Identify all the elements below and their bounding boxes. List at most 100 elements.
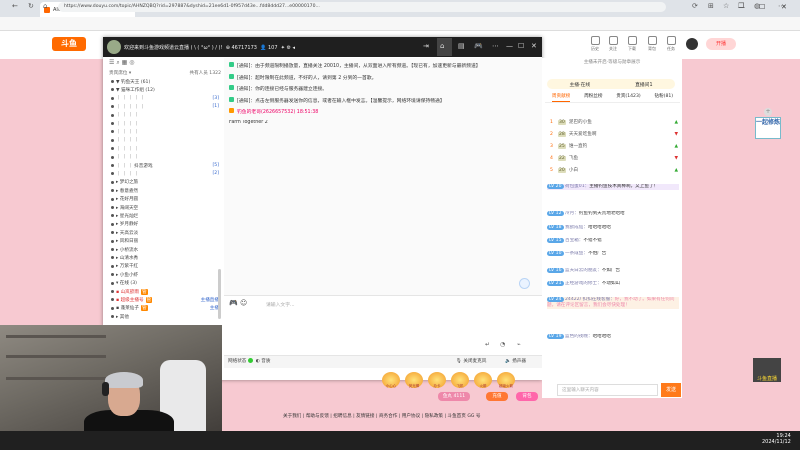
gift-item[interactable]: 超级火箭	[497, 372, 515, 388]
member-row[interactable]: ▸ 万紫千红	[111, 263, 219, 270]
danmaku-username[interactable]: 我欲成仙：	[565, 225, 588, 230]
popup-maximize-icon[interactable]: ☐	[518, 42, 524, 50]
member-filter-dropdown[interactable]: 贵宾席位 ▾	[109, 70, 131, 76]
member-grid-icon[interactable]: ▦	[122, 59, 128, 66]
member-row[interactable]: ▸ 春意盎然	[111, 187, 219, 194]
attachment-icon[interactable]: ⌁	[517, 341, 521, 348]
favorites-icon[interactable]: ☆	[723, 2, 729, 10]
member-row[interactable]: ｜ ｜ ｜ ｜	[111, 154, 219, 161]
url-field[interactable]: https://www.douyu.com/topic/AHNZQBQ?rid=…	[58, 2, 666, 12]
member-row[interactable]: ▪ 蓬莱仙子管主播	[111, 305, 219, 312]
rank-row[interactable]: 2 28 天天爱吃鱼啊 ▼	[550, 130, 678, 138]
room-pill[interactable]: 直播间1	[635, 81, 652, 88]
rank-row[interactable]: 1 30 泥巴的小鱼 ▲	[550, 118, 678, 126]
header-backpack-icon[interactable]: 背包	[646, 36, 658, 52]
side-promo-banner[interactable]: 一起修炼	[755, 117, 781, 139]
gift-item[interactable]: 飞机	[451, 372, 469, 388]
rank-row[interactable]: 4 22 飞鱼 ▼	[550, 154, 678, 162]
side-add-icon[interactable]: +	[764, 108, 772, 116]
gift-item[interactable]: 荧光棒	[405, 372, 423, 388]
chat-input[interactable]: 请输入文字...	[266, 301, 295, 308]
danmaku-input[interactable]: 这里输入聊天内容	[557, 384, 658, 396]
member-row[interactable]: ▼ 钓鱼天王 (61)	[111, 78, 219, 85]
danmaku-username[interactable]: 蓝天白云的朋友：	[565, 268, 602, 273]
gamepad-emote-icon[interactable]: 🎮	[229, 299, 238, 307]
mic-toggle[interactable]: 🎙 关闭麦克风	[456, 358, 486, 364]
exit-icon[interactable]: ⇥	[423, 42, 429, 50]
open-live-button[interactable]: 开播	[706, 38, 736, 50]
enter-send-icon[interactable]: ↵	[485, 341, 490, 348]
home-button[interactable]: ⌂	[43, 2, 47, 10]
popup-menu-icon[interactable]: ⋯	[492, 42, 499, 50]
voice-icon[interactable]: ◔	[500, 341, 505, 348]
danmaku-send-button[interactable]: 发送	[661, 383, 681, 397]
member-row[interactable]: ｜ ｜ ｜ ｜ ｜ [1]	[111, 103, 219, 110]
popup-minimize-icon[interactable]: —	[506, 42, 513, 50]
member-list-icon[interactable]: ☰	[109, 59, 114, 66]
member-row[interactable]: ▼ 猫咪工作组 (12)	[111, 86, 219, 93]
tab-diamond-fans[interactable]: 钻粉(81)	[654, 93, 673, 102]
popup-close-icon[interactable]: ✕	[531, 42, 537, 50]
gift-item[interactable]: 火箭	[474, 372, 492, 388]
danmaku-username[interactable]: 24422/ 扣扣在线客服：	[565, 297, 615, 302]
member-row[interactable]: ▸ 天高云淡	[111, 229, 219, 236]
member-locate-icon[interactable]: ◎	[129, 59, 134, 66]
member-scrollbar[interactable]	[218, 269, 221, 319]
rank-row[interactable]: 3 25 谁一直钓 ▲	[550, 142, 678, 150]
scroll-to-bottom-button[interactable]	[519, 278, 530, 289]
gift-item[interactable]: 小心心	[382, 372, 400, 388]
list-icon[interactable]: ▤	[458, 42, 465, 50]
danmaku-username[interactable]: 冷月：	[565, 211, 579, 216]
recharge-button[interactable]: 充值	[486, 392, 508, 401]
danmaku-username[interactable]: 正经游戏的修士：	[565, 281, 602, 286]
member-row[interactable]: ▸ 山清水秀	[111, 254, 219, 261]
footer-links[interactable]: 关于我们 | 帮助与反馈 | 招聘信息 | 友情链接 | 商务合作 | 用户协议…	[283, 413, 481, 419]
member-row[interactable]: ▪ 山岚欲雨管	[111, 288, 219, 295]
member-row[interactable]: ▾ 在线 (3)	[111, 280, 219, 287]
tab-weekly-contribution[interactable]: 周贡献榜	[551, 93, 571, 102]
extensions-icon[interactable]: ⊞	[708, 2, 714, 10]
member-row[interactable]: ｜ ｜ ｜ ｜	[111, 112, 219, 119]
member-row[interactable]: ▸ 小鱼小虾	[111, 271, 219, 278]
header-task-icon[interactable]: 任务	[665, 36, 677, 52]
tab-vip[interactable]: 贵宾(1423)	[616, 93, 640, 102]
rank-row[interactable]: 5 20 小白 ▲	[550, 166, 678, 174]
member-search-icon[interactable]: ⌕	[116, 59, 119, 66]
member-row[interactable]: ▸ 风和日丽	[111, 238, 219, 245]
member-row[interactable]: ▸ 梦幻之旅	[111, 179, 219, 186]
refresh-button[interactable]: ↻	[28, 2, 34, 10]
site-logo[interactable]: 斗鱼	[52, 37, 86, 51]
member-row[interactable]: ｜ ｜ ｜ ｜	[111, 145, 219, 152]
danmaku-username[interactable]: 蓝色的夜晚：	[565, 334, 593, 339]
member-row[interactable]: ▸ 海阔天空	[111, 204, 219, 211]
danmaku-username[interactable]: 百宝箱：	[565, 238, 583, 243]
member-row[interactable]: ▸ 花好月圆	[111, 196, 219, 203]
gamepad-icon[interactable]: 🎮	[474, 42, 483, 50]
tab-weekly-fans[interactable]: 周粉丝榜	[584, 93, 602, 102]
collections-icon[interactable]: ❒	[738, 2, 744, 10]
taskbar-clock[interactable]: 19:24 2024/11/12	[762, 433, 791, 445]
header-download-icon[interactable]: 下载	[626, 36, 638, 52]
danmaku-username[interactable]: 荷包蛋01：	[565, 184, 589, 189]
member-row[interactable]: ▸ 小桥流水	[111, 246, 219, 253]
member-row[interactable]: ｜ ｜ ｜ ｜	[111, 137, 219, 144]
member-row[interactable]: ▸ 星光灿烂	[111, 212, 219, 219]
back-button[interactable]: ←	[12, 2, 18, 10]
header-follow-icon[interactable]: 关注	[607, 36, 619, 52]
more-menu-icon[interactable]: ⋯	[778, 2, 785, 10]
user-avatar[interactable]	[686, 38, 698, 50]
member-row[interactable]: ▪ 超级主播号管 主播直播	[111, 296, 219, 303]
speaker-toggle[interactable]: 🔈 扬声器	[505, 358, 526, 364]
gift-item[interactable]: 办卡	[428, 372, 446, 388]
member-row[interactable]: ｜ ｜ ｜ ｜ [2]	[111, 170, 219, 177]
danmaku-username[interactable]: 一条咸鱼：	[565, 251, 588, 256]
member-row[interactable]: ｜ ｜ ｜ ｜	[111, 128, 219, 135]
member-row[interactable]: ▸ 其他	[111, 313, 219, 320]
anchor-online-pill[interactable]: 主播·在线	[569, 81, 590, 88]
member-row[interactable]: ｜ ｜ ｜ 抖音游戏 [5]	[111, 162, 219, 169]
emoji-icon[interactable]: ☺	[240, 299, 247, 307]
member-row[interactable]: ｜ ｜ ｜ ｜	[111, 120, 219, 127]
backpack-button[interactable]: 背包	[516, 392, 538, 401]
profile-icon[interactable]: ◍	[754, 2, 760, 10]
refresh-circle-icon[interactable]: ⟳	[692, 2, 698, 10]
